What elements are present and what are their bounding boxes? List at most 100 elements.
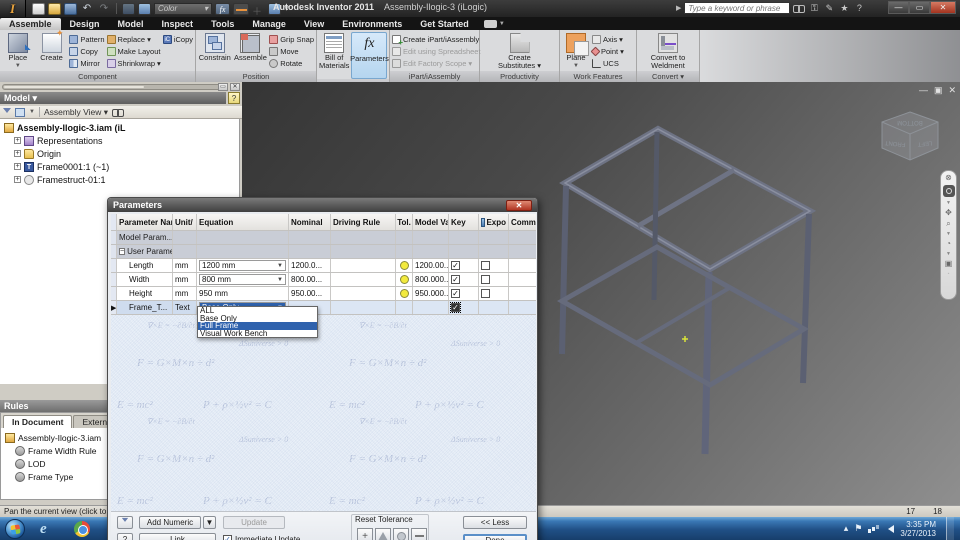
panel-close-button[interactable]: ✕ — [230, 83, 240, 91]
help-icon[interactable]: ? — [853, 2, 865, 14]
expand-icon[interactable]: + — [14, 163, 21, 170]
row-user-parameters[interactable]: −User Parame... — [111, 245, 536, 259]
export-checkbox[interactable] — [481, 261, 490, 270]
shrinkwrap-button[interactable]: Shrinkwrap ▾ — [106, 58, 161, 69]
option-visual-work-bench[interactable]: Visual Work Bench — [198, 329, 317, 338]
edit-factory-scope-button[interactable]: Edit Factory Scope ▾ — [392, 58, 481, 69]
look-at-icon[interactable]: ▣ — [945, 260, 953, 268]
panel-label-ipart[interactable]: iPart/iAssembly — [390, 71, 479, 82]
expand-icon[interactable]: + — [14, 150, 21, 157]
tab-environments[interactable]: Environments — [333, 18, 411, 30]
key-checkbox-focused[interactable]: ✓ — [450, 302, 461, 313]
doc-minimize-button[interactable]: — — [919, 85, 928, 96]
orbit-dropdown-icon[interactable]: ▼ — [946, 251, 951, 257]
restore-button[interactable]: ▭ — [909, 1, 930, 14]
navbar-customize-icon[interactable]: ◦ — [948, 271, 950, 277]
network-icon[interactable] — [868, 524, 878, 533]
convert-to-weldment-button[interactable]: Convert to Weldment — [646, 32, 690, 70]
key-checkbox-checked[interactable]: ✓ — [451, 289, 460, 298]
move-button[interactable]: Move — [269, 46, 314, 57]
dialog-help-button[interactable]: ? — [117, 533, 133, 540]
mirror-button[interactable]: Mirror — [69, 58, 104, 69]
tray-expand-icon[interactable]: ▴ — [844, 523, 849, 534]
less-button[interactable]: << Less — [463, 516, 527, 529]
tree-item-assembly-root[interactable]: Assembly-Ilogic-3.iam (iL — [4, 121, 239, 134]
taskbar-chrome[interactable] — [70, 519, 94, 539]
panel-label-component[interactable]: Component — [0, 71, 195, 82]
point-button[interactable]: Point ▾ — [590, 46, 624, 57]
tab-in-document[interactable]: In Document — [3, 415, 73, 428]
taskbar-internet-explorer[interactable]: e — [36, 519, 60, 539]
close-button[interactable]: ✕ — [930, 1, 956, 14]
key-checkbox-checked[interactable]: ✓ — [451, 261, 460, 270]
key-checkbox-checked[interactable]: ✓ — [451, 275, 460, 284]
search-input[interactable] — [684, 2, 791, 14]
zoom-dropdown-icon[interactable]: ▼ — [946, 231, 951, 237]
edit-spreadsheet-button[interactable]: Edit using Spreadsheet — [392, 46, 481, 57]
filter-parameters-button[interactable] — [117, 516, 133, 529]
pattern-button[interactable]: Pattern — [69, 34, 105, 45]
tolerance-indicator[interactable] — [399, 261, 409, 270]
tab-design[interactable]: Design — [61, 18, 109, 30]
axis-button[interactable]: Axis ▾ — [592, 34, 624, 45]
bill-of-materials-button[interactable]: Bill of Materials — [319, 32, 349, 70]
tree-item-framestruct[interactable]: + Framestruct-01:1 — [14, 173, 239, 186]
row-length[interactable]: Length mm 1200 mm ▼ 1200.0... 1200.00... … — [111, 259, 536, 273]
start-button[interactable] — [5, 518, 25, 539]
replace-button[interactable]: Replace ▾ — [106, 34, 161, 45]
add-numeric-dropdown[interactable]: ▼ — [203, 516, 216, 529]
doc-restore-button[interactable]: ▣ — [934, 85, 943, 96]
place-button[interactable]: Place ▼ — [2, 32, 34, 70]
filter-icon[interactable] — [3, 107, 11, 117]
minimize-button[interactable]: — — [888, 1, 909, 14]
add-numeric-button[interactable]: Add Numeric — [139, 516, 201, 529]
search-expand-icon[interactable]: ▶ — [676, 4, 681, 12]
doc-close-button[interactable]: ✕ — [948, 85, 956, 96]
panel-label-convert[interactable]: Convert ▾ — [637, 71, 699, 82]
icopy-button[interactable]: iC iCopy — [162, 34, 193, 45]
link-button[interactable]: Link — [139, 533, 216, 540]
orbit-icon[interactable]: ◔ — [946, 240, 951, 248]
action-center-flag-icon[interactable]: ⚑ — [854, 523, 862, 534]
grip-snap-button[interactable]: Grip Snap — [269, 34, 314, 45]
assemble-button[interactable]: Assemble — [234, 32, 268, 62]
panel-scrollbar[interactable] — [2, 84, 224, 90]
export-checkbox[interactable] — [481, 275, 490, 284]
ribbon-display-toggle[interactable]: ▼ — [483, 20, 505, 30]
navbar-close-icon[interactable]: ⊗ — [945, 174, 952, 182]
panel-help-icon[interactable]: ? — [228, 92, 240, 104]
tab-view[interactable]: View — [295, 18, 333, 30]
panel-label-position[interactable]: Position — [196, 71, 316, 82]
plane-button[interactable]: Plane ▼ — [562, 32, 590, 70]
update-button[interactable]: Update — [223, 516, 285, 529]
tab-tools[interactable]: Tools — [202, 18, 243, 30]
parameters-button[interactable]: fx Parameters — [350, 32, 389, 79]
rotate-button[interactable]: Rotate — [269, 58, 314, 69]
model-panel-header[interactable]: Model ▾ — [0, 92, 226, 104]
subscription-icon[interactable]: ⚿ — [808, 2, 820, 14]
tolerance-minus-button[interactable] — [411, 528, 427, 540]
row-model-parameters[interactable]: Model Param... — [111, 231, 536, 245]
tree-item-origin[interactable]: + Origin — [14, 147, 239, 160]
assembly-view-dropdown[interactable]: Assembly View ▾ — [44, 107, 108, 118]
row-frame-type[interactable]: ▶ Frame_T... Text Base Only▼ ✓ — [111, 301, 536, 315]
immediate-update-checkbox[interactable]: ✓ Immediate Update — [223, 535, 300, 540]
tolerance-nominal-button[interactable] — [375, 528, 391, 540]
tolerance-plus-button[interactable]: + — [357, 528, 373, 540]
create-substitutes-button[interactable]: CreateSubstitutes ▾ — [498, 32, 542, 70]
width-equation-combo[interactable]: 800 mm ▼ — [199, 274, 286, 285]
tab-inspect[interactable]: Inspect — [153, 18, 203, 30]
speaker-icon[interactable] — [884, 524, 895, 533]
tolerance-indicator[interactable] — [399, 289, 409, 298]
create-button[interactable]: Create — [36, 29, 68, 62]
wheel-dropdown-icon[interactable]: ▼ — [946, 200, 951, 206]
zoom-icon[interactable]: ⌕ — [946, 220, 950, 228]
row-width[interactable]: Width mm 800 mm ▼ 800.00... 800.000... ✓ — [111, 273, 536, 287]
find-icon[interactable] — [112, 106, 125, 118]
dialog-close-button[interactable]: ✕ — [506, 199, 532, 211]
pan-icon[interactable]: ✥ — [945, 209, 952, 217]
tolerance-median-button[interactable] — [393, 528, 409, 540]
tab-model[interactable]: Model — [109, 18, 153, 30]
create-ipart-button[interactable]: Create iPart/iAssembly — [392, 34, 481, 47]
tree-item-frame0001[interactable]: + T Frame0001:1 (~1) — [14, 160, 239, 173]
